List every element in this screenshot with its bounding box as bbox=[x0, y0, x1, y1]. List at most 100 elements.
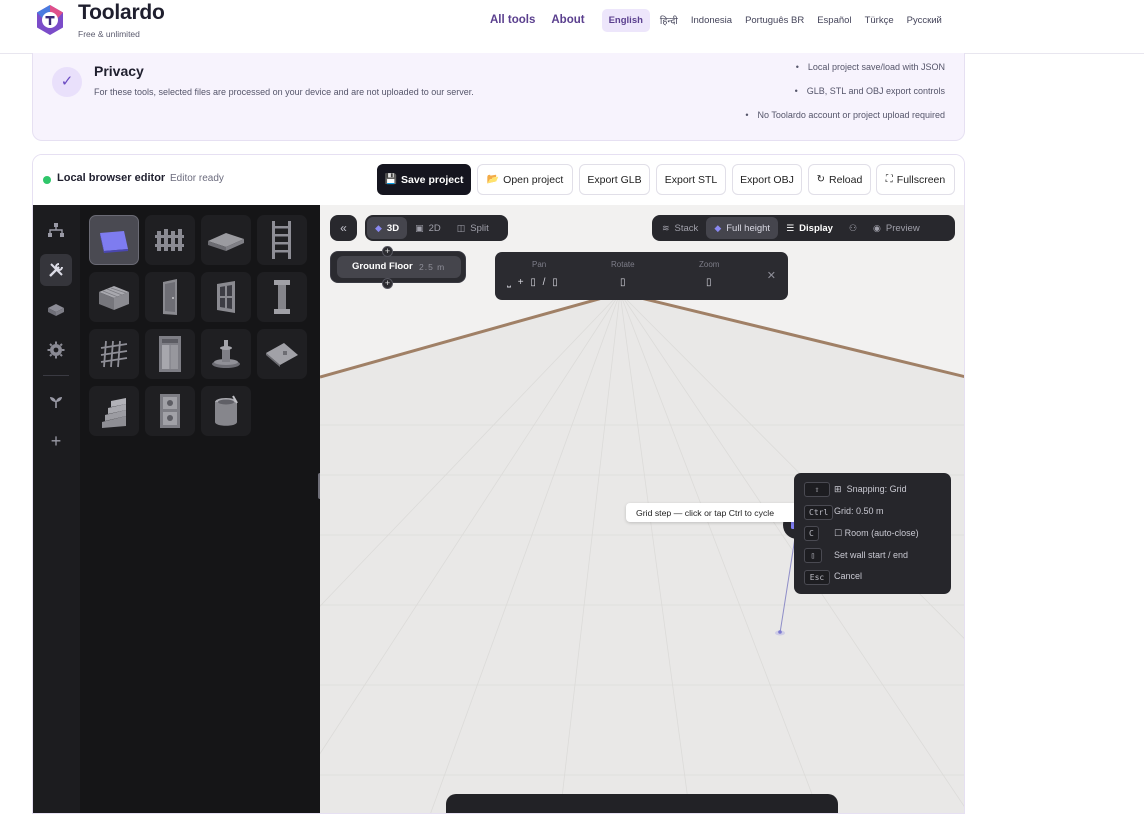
zoom-mouse-icon: ▯ bbox=[706, 277, 712, 288]
hud-grid[interactable]: Grid: 0.50 m bbox=[834, 506, 884, 516]
rotate-mouse-icon: ▯ bbox=[620, 277, 626, 288]
tool-door[interactable] bbox=[145, 272, 195, 322]
export-glb-button[interactable]: Export GLB bbox=[579, 164, 650, 195]
zoom-label: Zoom bbox=[699, 260, 720, 269]
walk-button[interactable]: ⚇ bbox=[841, 217, 865, 239]
layers-icon: ≋ bbox=[662, 222, 670, 233]
rail-divider bbox=[43, 375, 69, 376]
privacy-point: GLB, STL and OBJ export controls bbox=[745, 85, 945, 109]
view-2d-button[interactable]: ▣ 2D bbox=[407, 217, 449, 239]
check-icon: ✓ bbox=[52, 67, 82, 97]
rail-structure[interactable] bbox=[40, 214, 72, 246]
tool-roof[interactable] bbox=[257, 329, 307, 379]
nav-links: All tools About English हिन्दी Indonesia… bbox=[490, 8, 955, 32]
square-icon: ▣ bbox=[415, 222, 424, 233]
tools-icon bbox=[49, 263, 63, 277]
lang-indonesia[interactable]: Indonesia bbox=[691, 15, 732, 26]
grid-step-tooltip: Grid step — click or tap Ctrl to cycle bbox=[626, 503, 803, 522]
privacy-point: No Toolardo account or project upload re… bbox=[745, 109, 945, 133]
fullscreen-label: Fullscreen bbox=[896, 173, 946, 186]
double-chevron-left-icon: « bbox=[340, 221, 347, 235]
floor-slab-icon bbox=[100, 231, 128, 253]
reload-label: Reload bbox=[829, 173, 863, 186]
lang-english[interactable]: English bbox=[601, 8, 650, 32]
tool-slab[interactable] bbox=[201, 215, 251, 265]
lang-turkce[interactable]: Türkçe bbox=[865, 15, 894, 26]
toolardo-logo[interactable] bbox=[34, 4, 66, 36]
display-controls: ≋ Stack ◆ Full height ☰ Display ⚇ ◉ Preview bbox=[652, 215, 955, 241]
elevator-icon bbox=[159, 336, 181, 372]
tool-grid[interactable] bbox=[89, 329, 139, 379]
floor-item[interactable]: Ground Floor 2.5 m bbox=[337, 256, 461, 278]
open-project-button[interactable]: 📂 Open project bbox=[477, 164, 573, 195]
nav-link-about[interactable]: About bbox=[551, 14, 584, 26]
fullscreen-button[interactable]: ⛶ Fullscreen bbox=[876, 164, 955, 195]
display-button[interactable]: ☰ Display bbox=[778, 217, 841, 239]
nav-link-all-tools[interactable]: All tools bbox=[490, 14, 535, 26]
open-project-label: Open project bbox=[503, 173, 564, 186]
brand-name[interactable]: Toolardo bbox=[78, 1, 165, 25]
view-3d-button[interactable]: ◆ 3D bbox=[367, 217, 408, 239]
tool-fence[interactable] bbox=[145, 215, 195, 265]
privacy-text: For these tools, selected files are proc… bbox=[94, 87, 474, 97]
tool-floor[interactable] bbox=[89, 215, 139, 265]
hud-snapping[interactable]: ⊞ Snapping: Grid bbox=[834, 484, 907, 495]
snapping-label: Snapping: Grid bbox=[846, 484, 907, 494]
tool-paint[interactable] bbox=[201, 386, 251, 436]
hud-row-snapping: ⇧ bbox=[804, 481, 830, 497]
shift-key: ⇧ bbox=[804, 481, 830, 497]
view-split-label: Split bbox=[470, 222, 489, 234]
tool-wall-block[interactable] bbox=[89, 272, 139, 322]
editor-frame: Local browser editor Editor ready 💾 Save… bbox=[32, 154, 965, 814]
lang-hindi[interactable]: हिन्दी bbox=[660, 14, 678, 27]
collapse-panel-button[interactable]: « bbox=[330, 215, 357, 241]
tool-ladder[interactable] bbox=[257, 215, 307, 265]
hud-room[interactable]: ☐ Room (auto-close) bbox=[834, 528, 919, 539]
export-obj-button[interactable]: Export OBJ bbox=[732, 164, 802, 195]
export-stl-button[interactable]: Export STL bbox=[656, 164, 726, 195]
tool-fountain[interactable] bbox=[201, 329, 251, 379]
tool-elevator[interactable] bbox=[145, 329, 195, 379]
lang-russian[interactable]: Русский bbox=[907, 15, 942, 26]
3d-viewport[interactable]: « ◆ 3D ▣ 2D ◫ Split ≋ Stack ◆ Full height ☰ Di… bbox=[320, 205, 964, 813]
view-mode-switcher: ◆ 3D ▣ 2D ◫ Split bbox=[365, 215, 508, 241]
box-icon bbox=[48, 304, 64, 316]
sliders-icon: ☰ bbox=[786, 222, 795, 233]
view-3d-label: 3D bbox=[386, 222, 400, 234]
tool-stairs[interactable] bbox=[89, 386, 139, 436]
hud-row-grid: Ctrl bbox=[804, 504, 834, 520]
tool-window[interactable] bbox=[201, 272, 251, 322]
rail-settings[interactable] bbox=[40, 334, 72, 366]
space-mouse-icon: ⎵ + ▯ / ▯ bbox=[507, 277, 560, 288]
floor-selector: Ground Floor 2.5 m bbox=[330, 251, 466, 283]
checkbox-icon[interactable]: ☐ bbox=[834, 528, 842, 538]
bottom-toolbar bbox=[446, 794, 838, 813]
view-split-button[interactable]: ◫ Split bbox=[449, 217, 497, 239]
preview-button[interactable]: ◉ Preview bbox=[865, 217, 928, 239]
lang-portugues-br[interactable]: Português BR bbox=[745, 15, 804, 26]
rail-build-tools[interactable] bbox=[40, 254, 72, 286]
split-icon: ◫ bbox=[456, 222, 466, 233]
rail-furniture[interactable] bbox=[40, 294, 72, 326]
floor-name: Ground Floor bbox=[352, 261, 413, 272]
stack-button[interactable]: ≋ Stack bbox=[654, 217, 706, 239]
close-icon[interactable]: ✕ bbox=[767, 269, 776, 282]
reload-button[interactable]: ↻ Reload bbox=[808, 164, 871, 195]
tool-column[interactable] bbox=[257, 272, 307, 322]
full-height-button[interactable]: ◆ Full height bbox=[706, 217, 779, 239]
rotate-label: Rotate bbox=[611, 260, 635, 269]
brand-tagline: Free & unlimited bbox=[78, 29, 140, 39]
rail-plants[interactable] bbox=[40, 385, 72, 417]
rail-add[interactable]: + bbox=[40, 425, 72, 457]
add-floor-below-button[interactable]: + bbox=[382, 278, 393, 289]
tool-cabinet[interactable] bbox=[145, 386, 195, 436]
editor-status: Editor ready bbox=[170, 173, 224, 184]
lang-espanol[interactable]: Español bbox=[817, 15, 851, 26]
save-project-button[interactable]: 💾 Save project bbox=[377, 164, 471, 195]
reload-icon: ↻ bbox=[816, 174, 826, 185]
add-floor-above-button[interactable]: + bbox=[382, 246, 393, 257]
hud-row-wall: ▯ bbox=[804, 547, 822, 563]
privacy-point: Local project save/load with JSON bbox=[745, 61, 945, 85]
preview-label: Preview bbox=[885, 222, 920, 234]
ladder-icon bbox=[272, 221, 291, 259]
